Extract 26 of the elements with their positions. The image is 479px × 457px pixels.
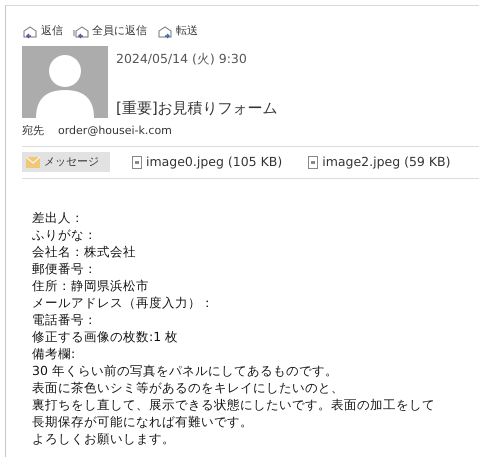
body-line: 裏打ちをし直して、展示できる状態にしたいです。表面の加工をして [32, 396, 436, 412]
body-line: よろしくお願いします。 [32, 430, 176, 446]
message-tab[interactable]: メッセージ [22, 152, 110, 172]
body-line: 会社名：株式会社 [32, 242, 137, 260]
body-line: 長期保存が可能になれば有難いです。 [32, 412, 254, 430]
body-line: 備考欄: [32, 344, 76, 362]
forward-button[interactable]: 転送 [157, 22, 198, 40]
body-line: 住所：静岡県浜松市 [32, 276, 150, 294]
body-line: 電話番号： [32, 310, 98, 328]
attachment-item[interactable]: image0.jpeg (105 KB) [128, 150, 286, 174]
subject-text: [重要]お見積りフォーム [116, 98, 278, 119]
body-line: 差出人： [32, 208, 85, 226]
attachment-item[interactable]: image2.jpeg (59 KB) [304, 150, 455, 174]
reply-all-button[interactable]: 全員に返信 [73, 22, 147, 40]
body-line: 修正する画像の枚数:1 枚 [32, 328, 180, 344]
file-icon [308, 156, 318, 169]
to-label: 宛先 [22, 123, 44, 140]
body-line: メールアドレス（再度入力）： [32, 294, 215, 310]
body-line: 郵便番号： [32, 260, 98, 276]
body-line: 30 年くらい前の写真をパネルにしてあるものです。 [32, 362, 339, 378]
body-line: 表面に茶色いシミ等があるのをキレイにしたいのと、 [32, 378, 345, 396]
recipient-address: order@housei-k.com [58, 123, 172, 140]
date-text: 2024/05/14 (火) 9:30 [116, 50, 248, 68]
body-line: ふりがな： [32, 226, 98, 242]
reply-button[interactable]: 返信 [22, 22, 63, 40]
file-icon [132, 156, 142, 169]
